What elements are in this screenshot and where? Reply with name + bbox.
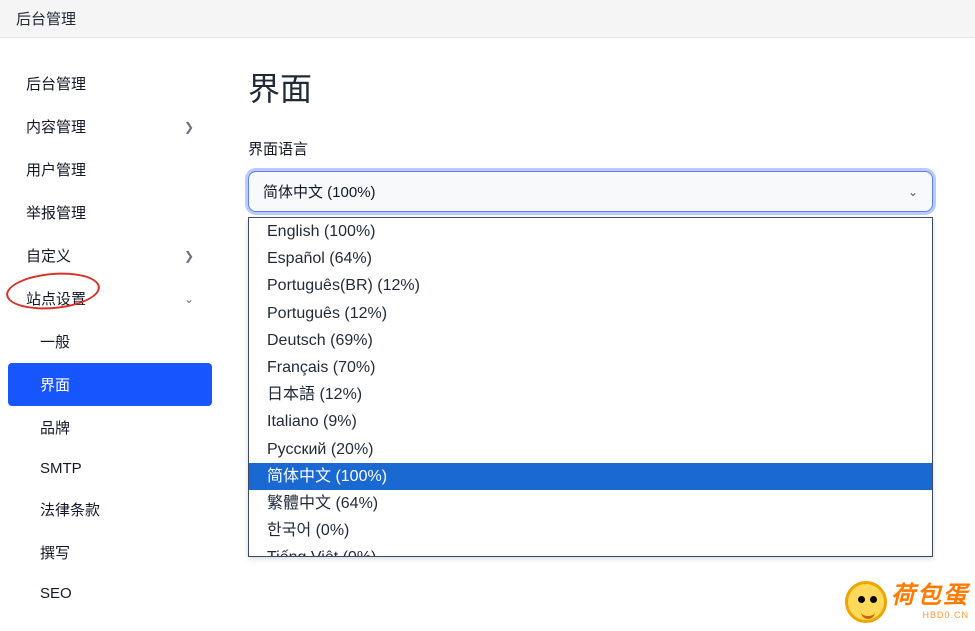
- chevron-down-icon: ⌄: [908, 185, 918, 199]
- nav-reports[interactable]: 举报管理: [8, 191, 212, 234]
- language-dropdown[interactable]: English (100%)Español (64%)Português(BR)…: [248, 217, 933, 557]
- topbar: 后台管理: [0, 0, 975, 38]
- language-option[interactable]: 简体中文 (100%): [249, 463, 932, 490]
- layout: 后台管理 内容管理 ❯ 用户管理 举报管理 自定义 ❯ 站点设置 ⌄ 一般 界面…: [0, 38, 975, 631]
- language-option[interactable]: Español (64%): [249, 245, 932, 272]
- language-option[interactable]: Deutsch (69%): [249, 327, 932, 354]
- sub-interface[interactable]: 界面: [8, 363, 212, 406]
- chevron-down-icon: ⌄: [184, 292, 194, 306]
- language-option[interactable]: Français (70%): [249, 354, 932, 381]
- language-option[interactable]: 日本語 (12%): [249, 381, 932, 408]
- sub-smtp[interactable]: SMTP: [8, 449, 212, 488]
- bee-icon: [845, 581, 887, 623]
- chevron-right-icon: ❯: [184, 120, 194, 134]
- sub-legal[interactable]: 法律条款: [8, 488, 212, 531]
- language-option[interactable]: 繁體中文 (64%): [249, 490, 932, 517]
- language-select[interactable]: 简体中文 (100%) ⌄: [248, 171, 933, 212]
- app-title: 后台管理: [16, 11, 76, 28]
- language-label: 界面语言: [248, 138, 947, 159]
- page-title: 界面: [248, 64, 947, 110]
- watermark-logo: 荷包蛋 HBD0.CN: [845, 581, 969, 623]
- language-option[interactable]: English (100%): [249, 218, 932, 245]
- chevron-right-icon: ❯: [184, 249, 194, 263]
- nav-content[interactable]: 内容管理 ❯: [8, 105, 212, 148]
- nav-admin[interactable]: 后台管理: [8, 62, 212, 105]
- sub-general[interactable]: 一般: [8, 320, 212, 363]
- main-content: 界面 界面语言 简体中文 (100%) ⌄ English (100%)Espa…: [220, 38, 975, 631]
- site-settings-submenu: 一般 界面 品牌 SMTP 法律条款 撰写 SEO: [8, 320, 212, 613]
- language-option[interactable]: Português (12%): [249, 300, 932, 327]
- watermark-text: 荷包蛋: [891, 584, 969, 608]
- nav-custom[interactable]: 自定义 ❯: [8, 234, 212, 277]
- sub-compose[interactable]: 撰写: [8, 531, 212, 574]
- language-selected-value: 简体中文 (100%): [263, 181, 376, 202]
- sub-brand[interactable]: 品牌: [8, 406, 212, 449]
- nav-site-settings[interactable]: 站点设置 ⌄: [8, 277, 212, 320]
- nav-users[interactable]: 用户管理: [8, 148, 212, 191]
- sub-seo[interactable]: SEO: [8, 574, 212, 613]
- sidebar: 后台管理 内容管理 ❯ 用户管理 举报管理 自定义 ❯ 站点设置 ⌄ 一般 界面…: [0, 38, 220, 631]
- language-option[interactable]: Italiano (9%): [249, 408, 932, 435]
- language-option[interactable]: Русский (20%): [249, 436, 932, 463]
- language-option[interactable]: Tiếng Việt (0%): [249, 544, 932, 557]
- language-option[interactable]: 한국어 (0%): [249, 517, 932, 544]
- language-option[interactable]: Português(BR) (12%): [249, 272, 932, 299]
- watermark-sub: HBD0.CN: [891, 610, 969, 620]
- language-select-wrap: 简体中文 (100%) ⌄ English (100%)Español (64%…: [248, 171, 933, 212]
